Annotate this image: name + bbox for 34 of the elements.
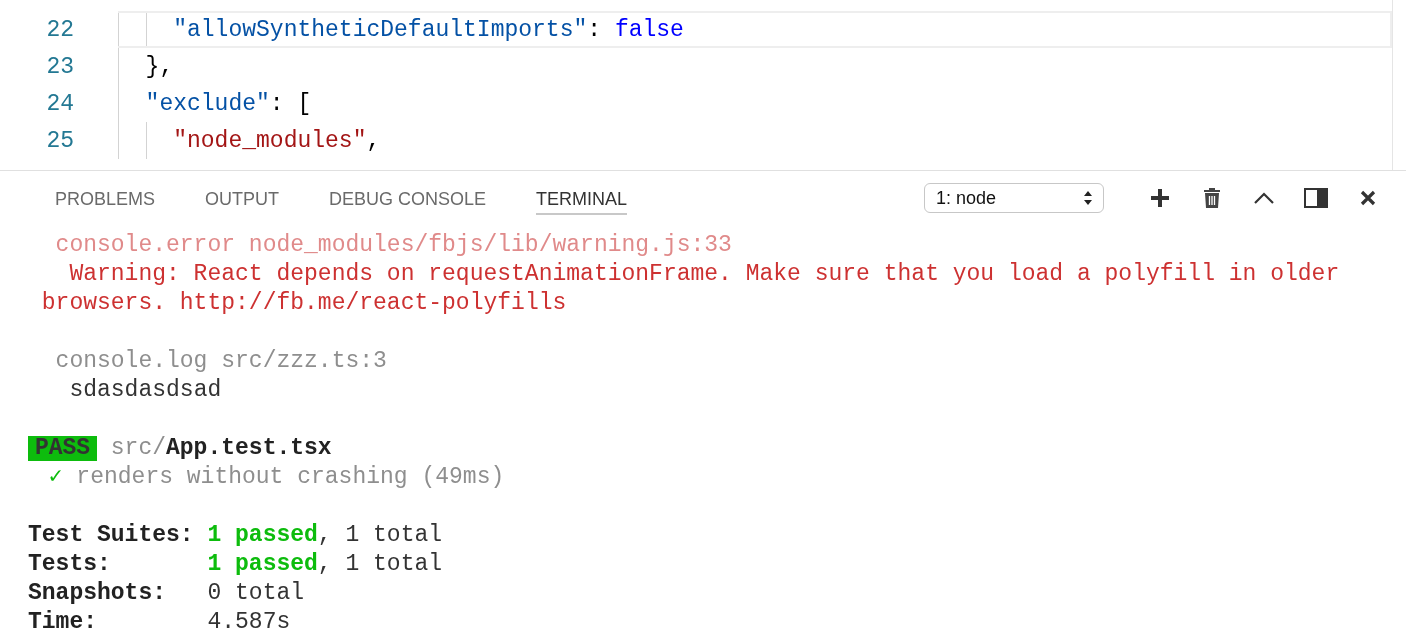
code-line: "allowSyntheticDefaultImports": false <box>172 16 684 43</box>
trash-icon[interactable] <box>1203 187 1221 209</box>
log-header: console.log src/zzz.ts:3 <box>54 347 387 376</box>
close-icon[interactable] <box>1360 190 1376 206</box>
summary-value: 4.587s <box>207 608 291 634</box>
summary-label: Time: <box>28 608 98 634</box>
test-case: ✓ renders without crashing (49ms) <box>47 463 505 492</box>
panel-tab[interactable]: PROBLEMS <box>55 185 156 215</box>
code-line: "node_modules", <box>172 127 381 154</box>
panel-tab[interactable]: OUTPUT <box>205 185 280 215</box>
test-file-path: src/App.test.tsx <box>110 434 332 463</box>
code-line: }, <box>144 53 174 80</box>
summary-value: 0 total <box>207 579 305 608</box>
log-message: sdasdasdsad <box>68 376 222 405</box>
panel-tab[interactable]: DEBUG CONSOLE <box>329 185 487 215</box>
line-number: 22 <box>45 16 74 43</box>
status-badge: PASS <box>28 436 97 461</box>
line-number: 25 <box>45 127 74 154</box>
code-line: "exclude": [ <box>144 90 312 117</box>
line-number: 24 <box>45 90 74 117</box>
error-message: Warning: React depends on requestAnimationFrame. Make sure that you load a polyfill in older browsers. http://fb.me/react-polyfills <box>40 260 1341 318</box>
terminal-select[interactable]: 1: node <box>924 183 1104 213</box>
split-panel-icon[interactable] <box>1304 188 1328 208</box>
summary-label: Test Suites: <box>28 521 195 550</box>
stepper-icon <box>1083 190 1093 206</box>
plus-icon[interactable] <box>1150 188 1170 208</box>
summary-label: Tests: <box>28 550 112 579</box>
summary-value: 1 passed, 1 total <box>207 521 443 550</box>
summary-label: Snapshots: <box>28 579 168 608</box>
chevron-up-icon[interactable] <box>1253 191 1275 205</box>
line-number: 23 <box>45 53 74 80</box>
panel-tab[interactable]: TERMINAL <box>536 185 628 215</box>
log-header: console.error node_modules/fbjs/lib/warning.js:33 <box>54 231 732 260</box>
summary-value: 1 passed, 1 total <box>207 550 443 579</box>
